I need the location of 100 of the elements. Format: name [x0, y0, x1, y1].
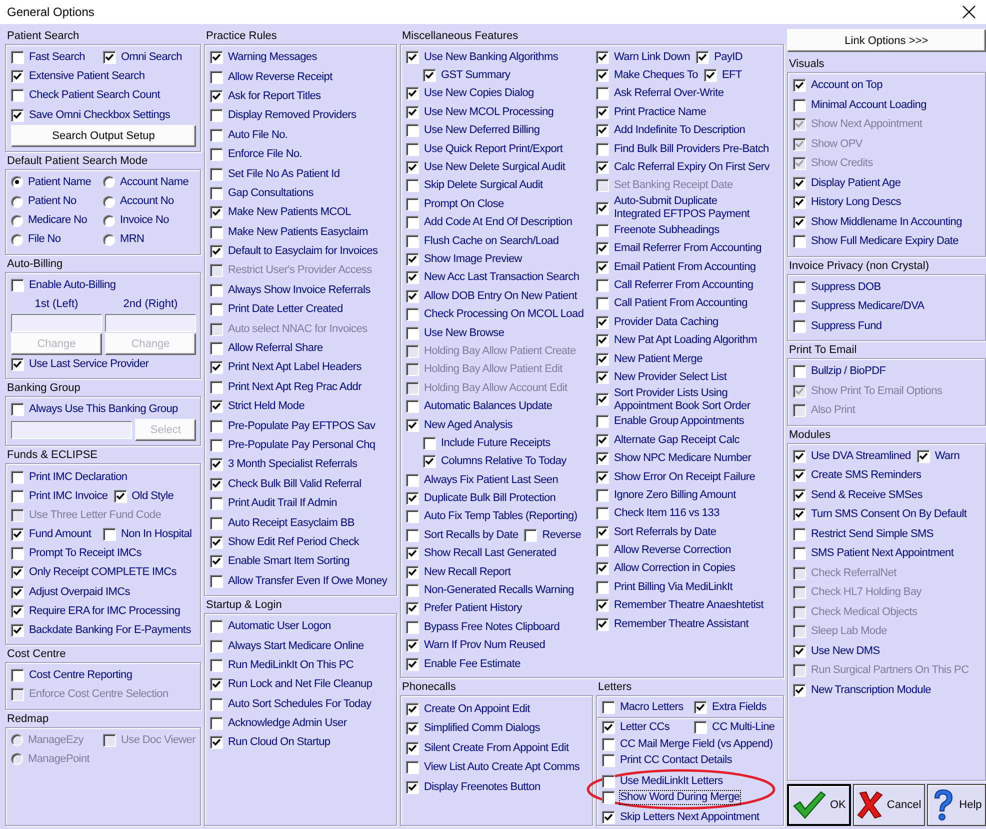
checkbox[interactable]: [406, 418, 419, 432]
checkbox[interactable]: [602, 721, 615, 734]
checkbox[interactable]: [11, 547, 24, 560]
checkbox[interactable]: [793, 98, 806, 112]
checkbox[interactable]: [406, 124, 419, 138]
checkbox[interactable]: [596, 316, 609, 329]
checkbox[interactable]: [423, 436, 436, 450]
checkbox[interactable]: [406, 106, 419, 119]
checkbox[interactable]: [406, 510, 419, 524]
checkbox[interactable]: [793, 450, 806, 463]
checkbox[interactable]: [210, 478, 223, 491]
checkbox[interactable]: [210, 400, 223, 414]
input-field[interactable]: [11, 421, 132, 440]
checkbox[interactable]: [793, 488, 806, 502]
checkbox[interactable]: [210, 678, 223, 692]
checkbox[interactable]: [596, 393, 609, 406]
checkbox[interactable]: [210, 51, 223, 64]
checkbox[interactable]: [602, 700, 615, 714]
checkbox[interactable]: [210, 439, 223, 452]
checkbox[interactable]: [210, 574, 223, 588]
checkbox[interactable]: [596, 470, 609, 484]
checkbox[interactable]: [602, 790, 615, 804]
checkbox[interactable]: [596, 415, 609, 428]
checkbox[interactable]: [406, 50, 419, 64]
checkbox[interactable]: [596, 544, 609, 558]
checkbox[interactable]: [596, 488, 609, 502]
checkbox[interactable]: [596, 142, 609, 156]
checkbox[interactable]: [210, 658, 223, 672]
checkbox[interactable]: [210, 70, 223, 84]
checkbox[interactable]: [406, 761, 419, 774]
checkbox[interactable]: [210, 717, 223, 730]
checkbox[interactable]: [406, 216, 419, 230]
checkbox[interactable]: [793, 176, 806, 190]
checkbox[interactable]: [406, 400, 419, 414]
checkbox[interactable]: [596, 278, 609, 292]
checkbox[interactable]: [596, 352, 609, 366]
checkbox[interactable]: [524, 528, 538, 542]
checkbox[interactable]: [11, 604, 24, 618]
input-field[interactable]: [11, 314, 102, 332]
checkbox[interactable]: [406, 639, 419, 652]
radio-button[interactable]: [103, 176, 115, 188]
checkbox[interactable]: [11, 490, 24, 503]
checkbox[interactable]: [210, 148, 223, 162]
checkbox[interactable]: [406, 702, 419, 716]
checkbox[interactable]: [596, 87, 609, 100]
checkbox[interactable]: [406, 492, 419, 506]
checkbox[interactable]: [210, 536, 223, 549]
checkbox[interactable]: [596, 526, 609, 539]
checkbox[interactable]: [406, 566, 419, 579]
checkbox[interactable]: [596, 260, 609, 274]
checkbox[interactable]: [696, 50, 710, 64]
checkbox[interactable]: [210, 361, 223, 374]
checkbox[interactable]: [406, 290, 419, 303]
button[interactable]: Search Output Setup: [11, 124, 196, 147]
checkbox[interactable]: [11, 586, 24, 599]
checkbox[interactable]: [602, 738, 615, 751]
checkbox[interactable]: [11, 108, 24, 122]
checkbox[interactable]: [406, 142, 419, 156]
checkbox[interactable]: [793, 300, 806, 314]
checkbox[interactable]: [210, 206, 223, 220]
checkbox[interactable]: [423, 69, 436, 82]
checkbox[interactable]: [596, 599, 609, 612]
checkbox[interactable]: [596, 202, 609, 215]
checkbox[interactable]: [602, 811, 615, 824]
help-button[interactable]: Help: [927, 784, 986, 826]
checkbox[interactable]: [694, 721, 707, 734]
checkbox[interactable]: [596, 242, 609, 256]
checkbox[interactable]: [210, 698, 223, 711]
radio-button[interactable]: [11, 234, 23, 246]
checkbox[interactable]: [406, 658, 419, 671]
checkbox[interactable]: [11, 566, 24, 580]
checkbox[interactable]: [596, 106, 609, 119]
checkbox[interactable]: [406, 308, 419, 322]
radio-button[interactable]: [11, 176, 23, 188]
checkbox[interactable]: [11, 669, 24, 682]
checkbox[interactable]: [210, 736, 223, 750]
checkbox[interactable]: [406, 87, 419, 100]
checkbox[interactable]: [210, 497, 223, 510]
checkbox[interactable]: [793, 684, 806, 697]
checkbox[interactable]: [114, 490, 127, 503]
checkbox[interactable]: [406, 252, 419, 266]
checkbox[interactable]: [793, 196, 806, 210]
radio-button[interactable]: [103, 214, 115, 227]
checkbox[interactable]: [406, 528, 419, 542]
checkbox[interactable]: [793, 644, 806, 658]
checkbox[interactable]: [210, 420, 223, 433]
checkbox[interactable]: [596, 224, 609, 237]
checkbox[interactable]: [596, 618, 609, 631]
checkbox[interactable]: [210, 284, 223, 297]
checkbox[interactable]: [704, 69, 717, 82]
checkbox[interactable]: [210, 90, 223, 103]
checkbox[interactable]: [11, 51, 24, 64]
radio-button[interactable]: [11, 214, 23, 227]
checkbox[interactable]: [793, 469, 806, 482]
checkbox[interactable]: [406, 620, 419, 634]
link-options-button[interactable]: Link Options >>>: [787, 29, 986, 52]
checkbox[interactable]: [596, 580, 609, 594]
checkbox[interactable]: [406, 161, 419, 174]
checkbox[interactable]: [11, 89, 24, 102]
checkbox[interactable]: [103, 51, 116, 64]
